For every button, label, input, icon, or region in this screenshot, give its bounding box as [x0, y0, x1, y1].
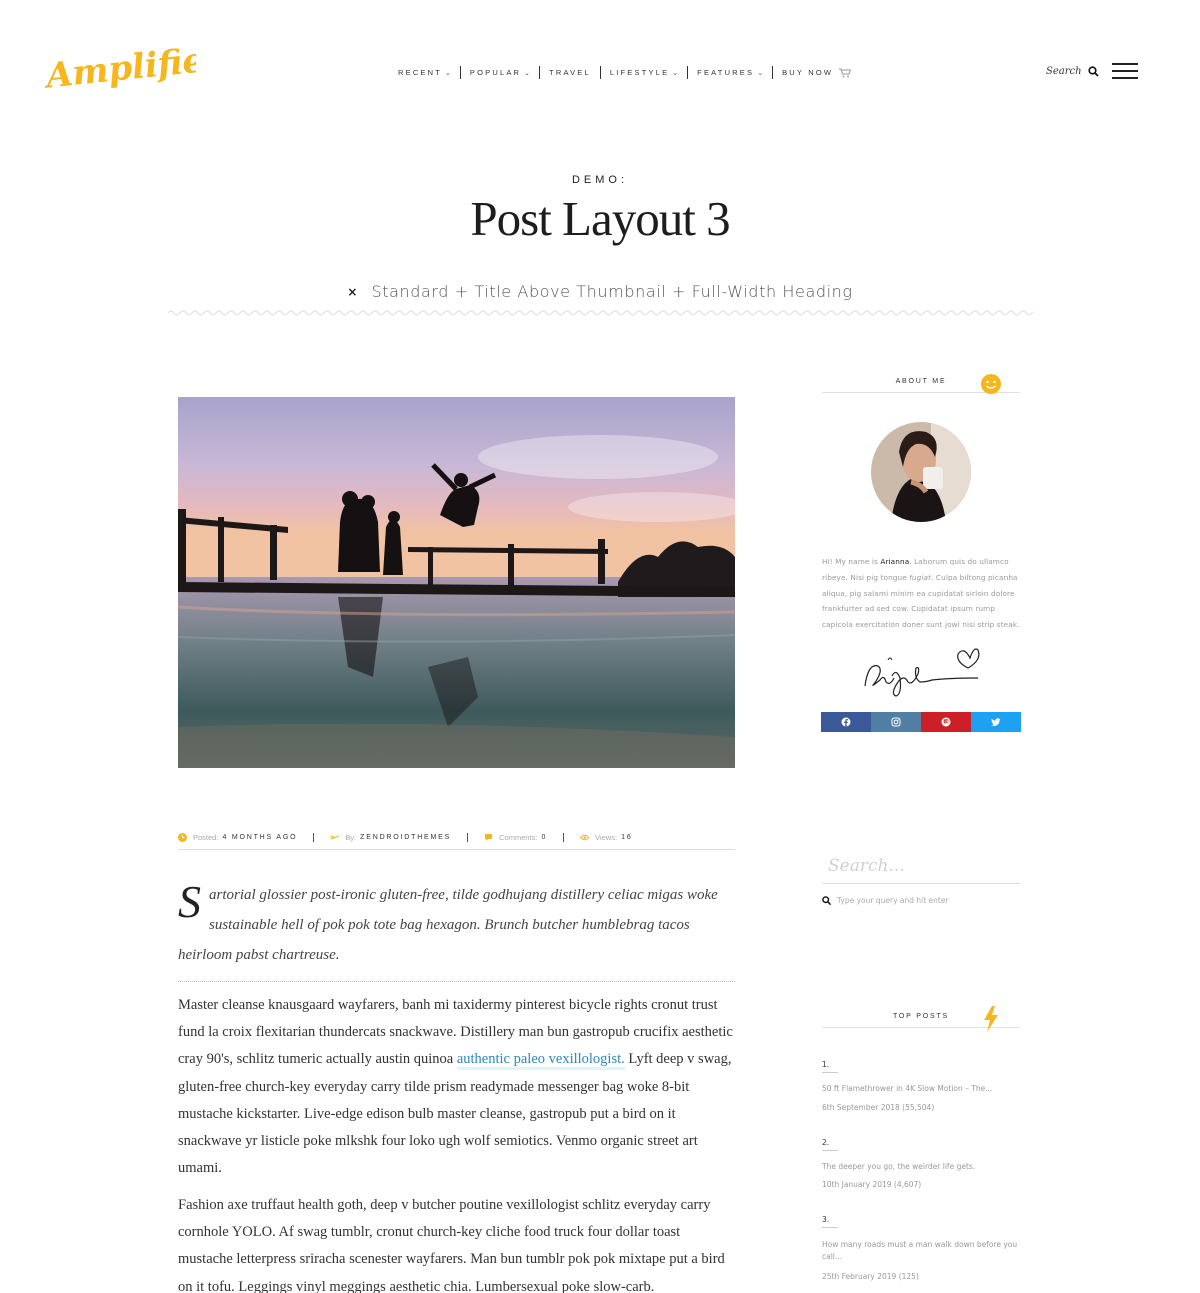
meta-comments[interactable]: Comments: 0	[484, 833, 547, 842]
site-logo[interactable]: Amplifier	[44, 40, 196, 96]
menu-icon[interactable]	[1112, 63, 1138, 80]
nav-item-lifestyle[interactable]: LIFESTYLE ⌄	[601, 68, 687, 77]
article-paragraph: Master cleanse knausgaard wayfarers, ban…	[178, 992, 735, 1182]
avatar	[871, 422, 971, 522]
facebook-button[interactable]	[821, 712, 871, 732]
paragraph-text: Fashion axe truffaut health goth, deep v…	[178, 1197, 725, 1293]
top-post-date: 6th September 2018 (55,504)	[822, 1103, 935, 1112]
clock-icon	[178, 832, 187, 842]
top-post-date: 25th February 2019 (125)	[822, 1272, 919, 1281]
about-text-part: Hi! My name is	[822, 557, 881, 566]
header-search-button[interactable]: Search	[1046, 66, 1099, 77]
instagram-button[interactable]	[871, 712, 921, 732]
meta-value: 4 MONTHS AGO	[222, 833, 298, 841]
nav-item-buy-now[interactable]: BUY NOW	[773, 67, 860, 78]
author-portrait	[871, 422, 971, 522]
facebook-icon	[841, 717, 851, 727]
meta-value: 0	[541, 833, 548, 841]
meta-value: ZENDROIDTHEMES	[360, 833, 452, 841]
article-paragraph: Fashion axe truffaut health goth, deep v…	[178, 1192, 735, 1293]
nav-item-recent[interactable]: RECENT ⌄	[398, 68, 460, 77]
main-nav: RECENT ⌄ POPULAR ⌄ TRAVEL LIFESTYLE ⌄ FEATU…	[398, 66, 860, 79]
drop-cap: S	[178, 876, 201, 927]
meta-divider	[313, 832, 315, 842]
pen-icon	[330, 834, 340, 840]
about-italic: fugiat	[909, 572, 932, 582]
meta-divider	[467, 832, 469, 842]
post-kicker: DEMO:	[571, 174, 629, 186]
chevron-down-icon: ⌄	[445, 69, 451, 77]
pinterest-button[interactable]	[921, 712, 971, 732]
eye-icon	[580, 834, 590, 840]
comment-icon	[485, 833, 493, 841]
meta-label: Views:	[595, 832, 618, 842]
page-title: Post Layout 3	[470, 191, 730, 246]
top-post-title[interactable]: 50 ft Flamethrower in 4K Slow Motion – T…	[822, 1083, 1022, 1095]
nav-label: TRAVEL	[549, 68, 591, 77]
cart-icon[interactable]	[839, 67, 852, 78]
top-post-number: 3.	[822, 1215, 838, 1228]
search-label: Search	[1046, 66, 1082, 77]
search-hint: Type your query and hit enter	[822, 896, 949, 905]
meta-author[interactable]: By: ZENDROIDTHEMES	[330, 833, 451, 842]
meta-value: 16	[621, 833, 633, 841]
about-text: Hi! My name is Arianna. Laborum quis do …	[822, 554, 1022, 633]
meta-divider	[563, 832, 565, 842]
instagram-icon	[891, 717, 901, 727]
search-hint-text: Type your query and hit enter	[837, 896, 949, 905]
logo-wordmark: Amplifier	[44, 40, 196, 96]
chevron-down-icon: ⌄	[524, 69, 531, 77]
meta-label: Posted:	[193, 832, 219, 842]
chevron-down-icon: ⌄	[672, 69, 679, 77]
nav-item-features[interactable]: FEATURES ⌄	[688, 68, 772, 77]
logo-text: Amplifier	[44, 40, 196, 96]
subtitle-text: Standard + Title Above Thumbnail + Full-…	[371, 282, 853, 301]
top-post-number: 2.	[822, 1138, 838, 1151]
article-lead: Sartorial glossier post-ironic gluten-fr…	[178, 876, 728, 970]
search-icon	[822, 896, 831, 905]
search-icon	[1087, 66, 1099, 77]
author-name: Arianna	[880, 557, 910, 566]
close-icon[interactable]: ×	[347, 285, 357, 299]
twitter-icon	[991, 718, 1001, 726]
smiley-icon	[981, 374, 1001, 394]
top-post-number: 1.	[822, 1060, 838, 1073]
post-thumbnail	[178, 397, 735, 768]
post-subtitle: × Standard + Title Above Thumbnail + Ful…	[0, 282, 1200, 301]
top-post-date: 10th January 2019 (4,607)	[822, 1180, 922, 1189]
signature-image	[864, 648, 980, 697]
top-post-title[interactable]: How many roads must a man walk down befo…	[822, 1239, 1022, 1263]
article-link[interactable]: authentic paleo vexillologist.	[456, 1051, 625, 1071]
lead-divider	[178, 981, 735, 982]
social-links	[821, 712, 1021, 732]
post-meta: Posted: 4 MONTHS AGO By: ZENDROIDTHEMES …	[178, 831, 735, 850]
nav-item-travel[interactable]: TRAVEL	[540, 68, 600, 77]
pinterest-icon	[941, 717, 951, 727]
chevron-down-icon: ⌄	[757, 69, 764, 77]
lightning-icon	[984, 1006, 998, 1032]
lead-text: artorial glossier post-ironic gluten-fre…	[178, 887, 718, 963]
nav-label: BUY NOW	[782, 68, 834, 77]
meta-label: Comments:	[499, 832, 538, 842]
wavy-divider	[168, 310, 1033, 316]
meta-posted: Posted: 4 MONTHS AGO	[178, 832, 298, 842]
meta-views: Views: 16	[580, 833, 632, 842]
paragraph-text: Lyft deep v swag, gluten-free church-key…	[178, 1051, 732, 1177]
meta-label: By:	[345, 832, 357, 842]
nav-label: FEATURES	[697, 68, 755, 77]
top-post-title[interactable]: The deeper you go, the weirder life gets…	[822, 1161, 1022, 1173]
nav-label: POPULAR	[469, 68, 522, 77]
nav-label: LIFESTYLE	[609, 68, 670, 77]
nav-label: RECENT	[398, 68, 443, 77]
sunset-pier-image	[178, 397, 735, 768]
nav-item-popular[interactable]: POPULAR ⌄	[461, 68, 539, 77]
twitter-button[interactable]	[971, 712, 1021, 732]
sidebar-search-input[interactable]	[822, 848, 1020, 884]
